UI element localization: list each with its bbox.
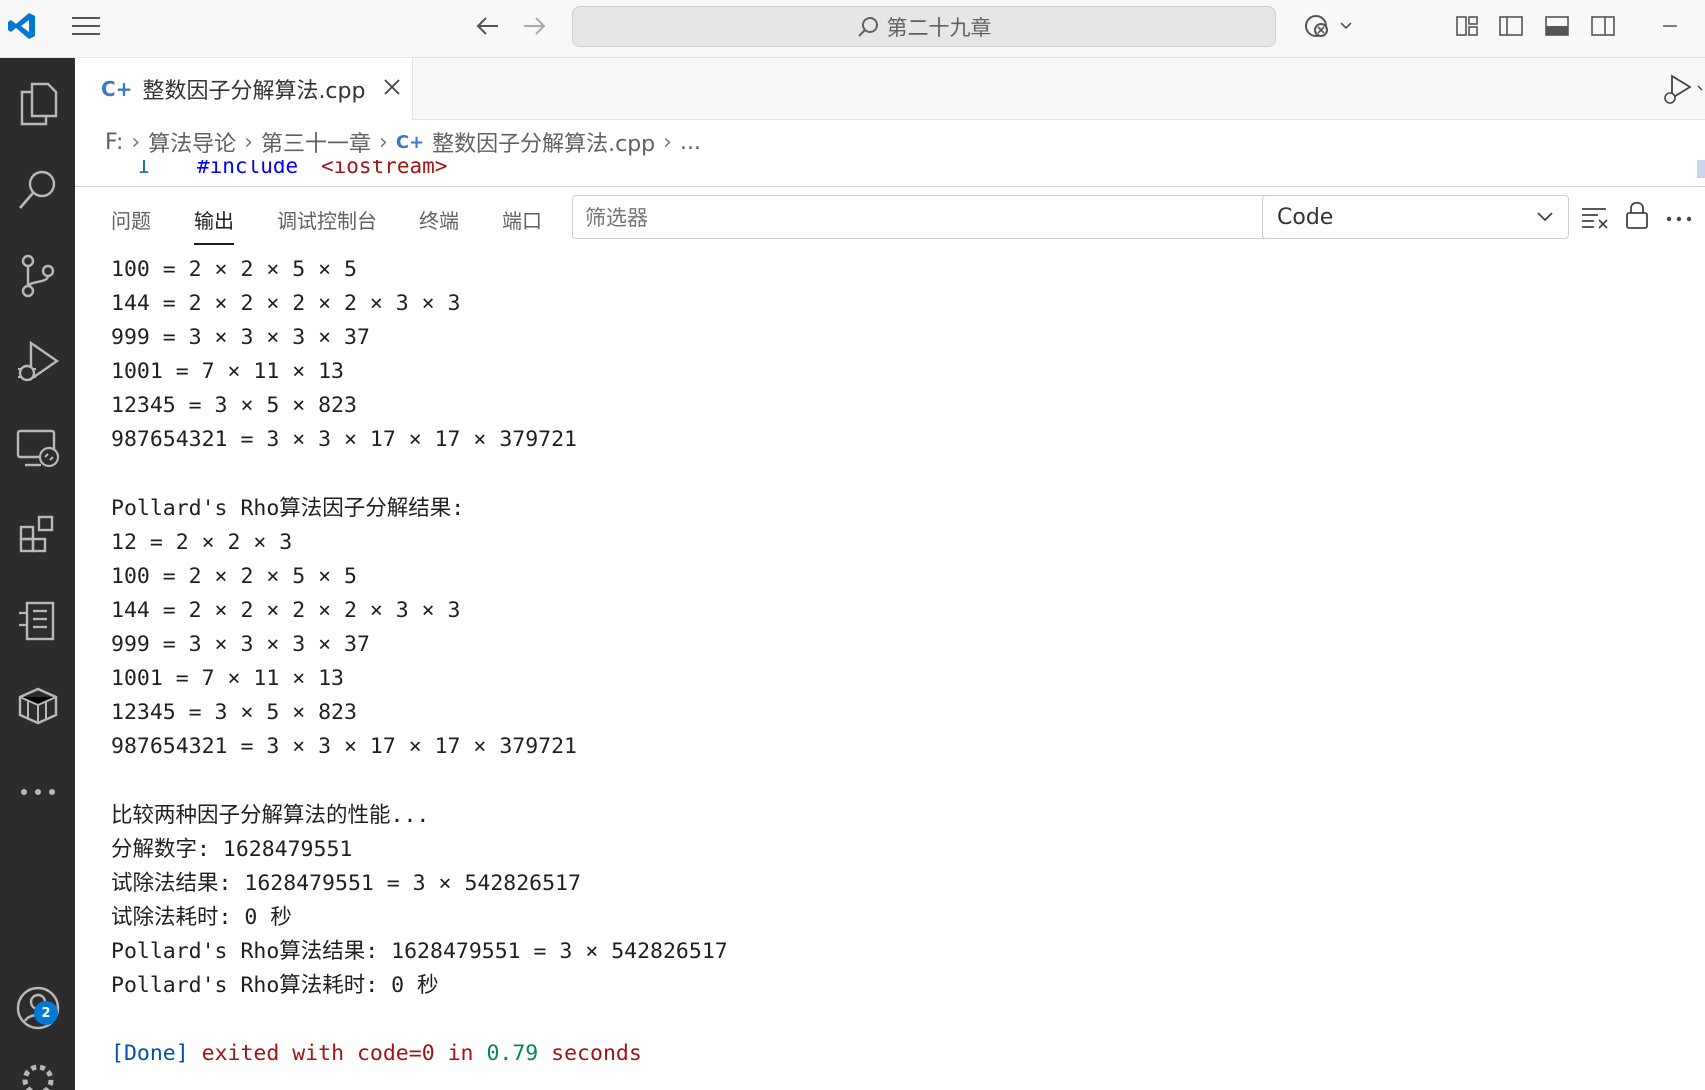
- output-text[interactable]: 100 = 2 × 2 × 5 × 5 144 = 2 × 2 × 2 × 2 ×…: [111, 253, 1691, 1071]
- chevron-right-icon: ›: [663, 129, 672, 155]
- breadcrumb-drive[interactable]: F:: [105, 130, 123, 155]
- breadcrumb: F: › 算法导论 › 第三十一章 › C+ 整数因子分解算法.cpp › ..…: [75, 122, 1705, 162]
- done-tag: [Done]: [111, 1041, 189, 1067]
- chevron-right-icon: ›: [244, 129, 253, 155]
- testing-icon[interactable]: [0, 585, 75, 655]
- explorer-icon[interactable]: [0, 69, 75, 139]
- tab-terminal[interactable]: 终端: [419, 205, 459, 234]
- output-line: Pollard's Rho算法结果: 1628479551 = 3 × 5428…: [111, 938, 728, 964]
- search-sidebar-icon[interactable]: [0, 155, 75, 225]
- more-actions-icon[interactable]: [1665, 209, 1695, 222]
- breadcrumb-file[interactable]: 整数因子分解算法.cpp: [432, 126, 655, 158]
- breadcrumb-folder-1[interactable]: 算法导论: [148, 126, 236, 158]
- manage-gear-icon[interactable]: [0, 1060, 75, 1090]
- output-line: 100 = 2 × 2 × 5 × 5: [111, 257, 357, 282]
- vscode-logo-icon: [0, 0, 44, 52]
- output-panel: 问题 输出 调试控制台 终端 端口 筛选器 Code 100 = 2 × 2 ×…: [75, 186, 1705, 1090]
- tab-ports[interactable]: 端口: [502, 205, 542, 234]
- toggle-secondary-sidebar-icon[interactable]: [1586, 10, 1620, 42]
- output-line: 试除法耗时: 0 秒: [111, 904, 292, 930]
- panel-header: 问题 输出 调试控制台 终端 端口 筛选器 Code: [75, 187, 1705, 249]
- code-keyword: #include: [197, 160, 299, 178]
- code-line[interactable]: 1 #include <iostream>: [75, 160, 1705, 186]
- title-bar: 第二十九章: [0, 0, 1705, 58]
- minimize-window-icon[interactable]: [1650, 10, 1690, 42]
- breadcrumb-symbol[interactable]: ...: [680, 130, 701, 155]
- tab-problems[interactable]: 问题: [111, 205, 151, 234]
- accounts-badge: 2: [34, 1001, 58, 1025]
- activity-bar: 2: [0, 58, 75, 1090]
- breadcrumb-folder-2[interactable]: 第三十一章: [261, 126, 371, 158]
- output-line: 1001 = 7 × 11 × 13: [111, 359, 344, 385]
- run-code-icon[interactable]: [1660, 72, 1705, 106]
- chevron-right-icon: ›: [131, 129, 141, 155]
- editor-tab[interactable]: C+ 整数因子分解算法.cpp: [75, 58, 413, 120]
- cpp-file-icon: C+: [395, 131, 425, 153]
- done-in: in: [447, 1041, 474, 1067]
- command-center-search[interactable]: 第二十九章: [572, 6, 1276, 47]
- close-icon[interactable]: [383, 77, 401, 102]
- minimap-slider[interactable]: [1697, 160, 1705, 178]
- remote-explorer-icon[interactable]: [0, 413, 75, 483]
- chevron-right-icon: ›: [379, 129, 388, 155]
- cpp-file-icon: C+: [101, 77, 133, 101]
- done-code: code=0: [356, 1041, 435, 1067]
- output-line: 144 = 2 × 2 × 2 × 2 × 3 × 3: [111, 597, 461, 623]
- output-line: 1001 = 7 × 11 × 13: [111, 666, 344, 692]
- output-line: 比较两种因子分解算法的性能...: [111, 802, 430, 828]
- output-line: 144 = 2 × 2 × 2 × 2 × 3 × 3: [111, 291, 461, 317]
- output-line: 12 = 2 × 2 × 3: [111, 529, 293, 555]
- search-icon: [857, 16, 878, 37]
- search-text: 第二十九章: [886, 15, 992, 40]
- line-number: 1: [137, 160, 150, 178]
- output-line: 987654321 = 3 × 3 × 17 × 17 × 379721: [111, 734, 577, 760]
- source-control-icon[interactable]: [0, 241, 75, 311]
- lock-scroll-icon[interactable]: [1624, 199, 1650, 231]
- filter-input[interactable]: 筛选器: [572, 195, 1268, 239]
- output-line: 987654321 = 3 × 3 × 17 × 17 × 379721: [111, 427, 577, 453]
- output-line: 999 = 3 × 3 × 3 × 37: [111, 632, 370, 658]
- output-line: 试除法结果: 1628479551 = 3 × 542826517: [111, 870, 581, 896]
- output-line: Pollard's Rho算法因子分解结果:: [111, 495, 465, 521]
- tab-debug-console[interactable]: 调试控制台: [277, 205, 377, 234]
- toggle-panel-icon[interactable]: [1540, 10, 1574, 42]
- run-and-debug-icon[interactable]: [0, 327, 75, 397]
- done-line: [Done] exited with code=0 in 0.79 second…: [111, 1037, 1691, 1071]
- chevron-down-icon: [1537, 212, 1553, 222]
- layout-controls-icon[interactable]: [1450, 10, 1484, 42]
- containers-icon[interactable]: [0, 671, 75, 741]
- more-views-icon[interactable]: [0, 757, 75, 827]
- back-arrow-icon[interactable]: [470, 10, 506, 42]
- filter-placeholder: 筛选器: [585, 206, 648, 230]
- output-line: 100 = 2 × 2 × 5 × 5: [111, 563, 357, 589]
- output-lines: 100 = 2 × 2 × 5 × 5 144 = 2 × 2 × 2 × 2 ×…: [111, 253, 1691, 1037]
- done-time: 0.79: [486, 1041, 539, 1067]
- code-include-target: <iostream>: [321, 160, 448, 178]
- done-seconds: seconds: [551, 1041, 642, 1067]
- toggle-primary-sidebar-icon[interactable]: [1494, 10, 1528, 42]
- done-exited: exited with: [201, 1041, 345, 1067]
- extensions-icon[interactable]: [0, 499, 75, 569]
- clear-output-icon[interactable]: [1580, 203, 1610, 231]
- editor-tab-label: 整数因子分解算法.cpp: [142, 79, 366, 104]
- output-channel-select[interactable]: Code: [1262, 195, 1569, 239]
- copilot-icon[interactable]: [1298, 10, 1358, 42]
- output-line: 12345 = 3 × 5 × 823: [111, 393, 357, 419]
- forward-arrow-icon[interactable]: [516, 10, 552, 42]
- output-channel-value: Code: [1277, 204, 1334, 230]
- output-line: 999 = 3 × 3 × 3 × 37: [111, 325, 370, 351]
- editor-tab-bar: C+ 整数因子分解算法.cpp: [75, 58, 1705, 120]
- tab-output[interactable]: 输出: [194, 205, 234, 245]
- output-line: 分解数字: 1628479551: [111, 836, 353, 862]
- output-line: Pollard's Rho算法耗时: 0 秒: [111, 972, 439, 998]
- output-line: 12345 = 3 × 5 × 823: [111, 700, 357, 726]
- menu-icon[interactable]: [66, 10, 106, 42]
